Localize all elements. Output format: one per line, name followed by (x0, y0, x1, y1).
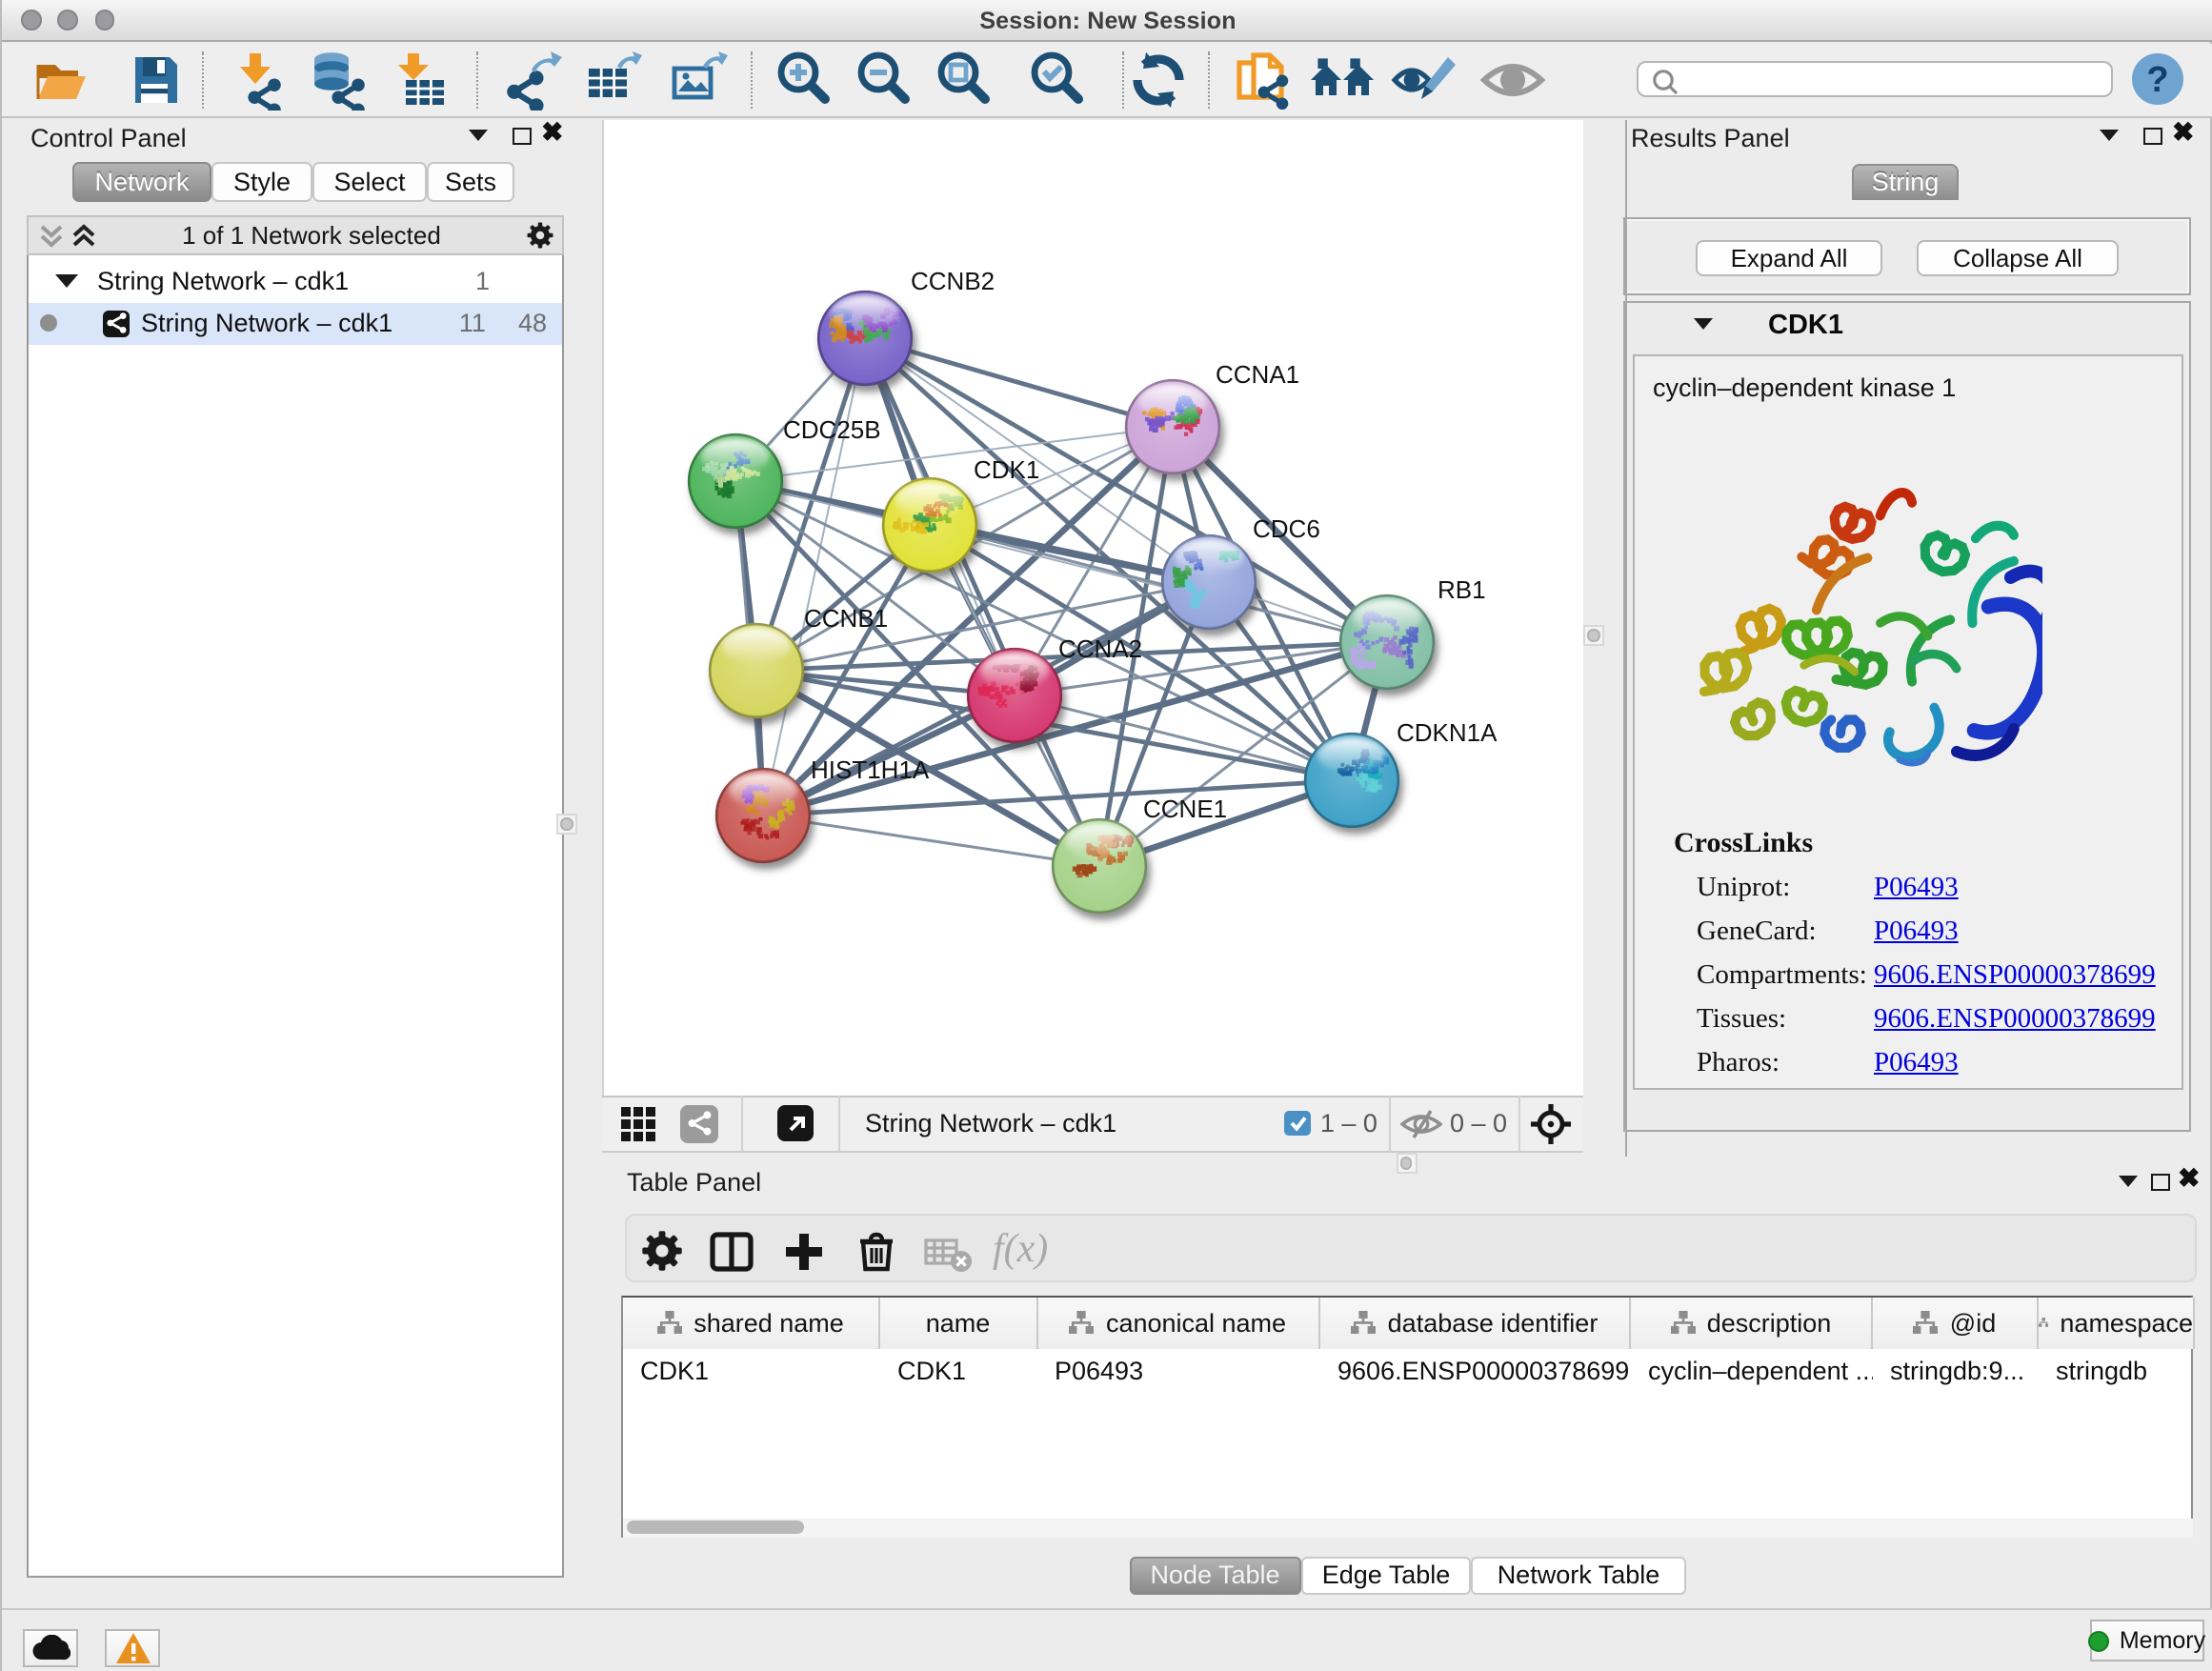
svg-text:CCNA2: CCNA2 (1058, 634, 1142, 662)
svg-text:HIST1H1A: HIST1H1A (811, 755, 930, 783)
svg-text:CDKN1A: CDKN1A (1397, 717, 1498, 746)
svg-text:RB1: RB1 (1438, 574, 1486, 603)
svg-text:CDC25B: CDC25B (783, 414, 881, 443)
svg-text:CDK1: CDK1 (974, 454, 1039, 483)
svg-text:CCNE1: CCNE1 (1143, 794, 1227, 822)
svg-text:?: ? (2146, 60, 2168, 100)
svg-text:CCNA1: CCNA1 (1216, 359, 1299, 388)
svg-text:CCNB2: CCNB2 (911, 266, 995, 294)
svg-text:CCNB1: CCNB1 (804, 603, 888, 632)
svg-text:CDC6: CDC6 (1253, 513, 1320, 542)
